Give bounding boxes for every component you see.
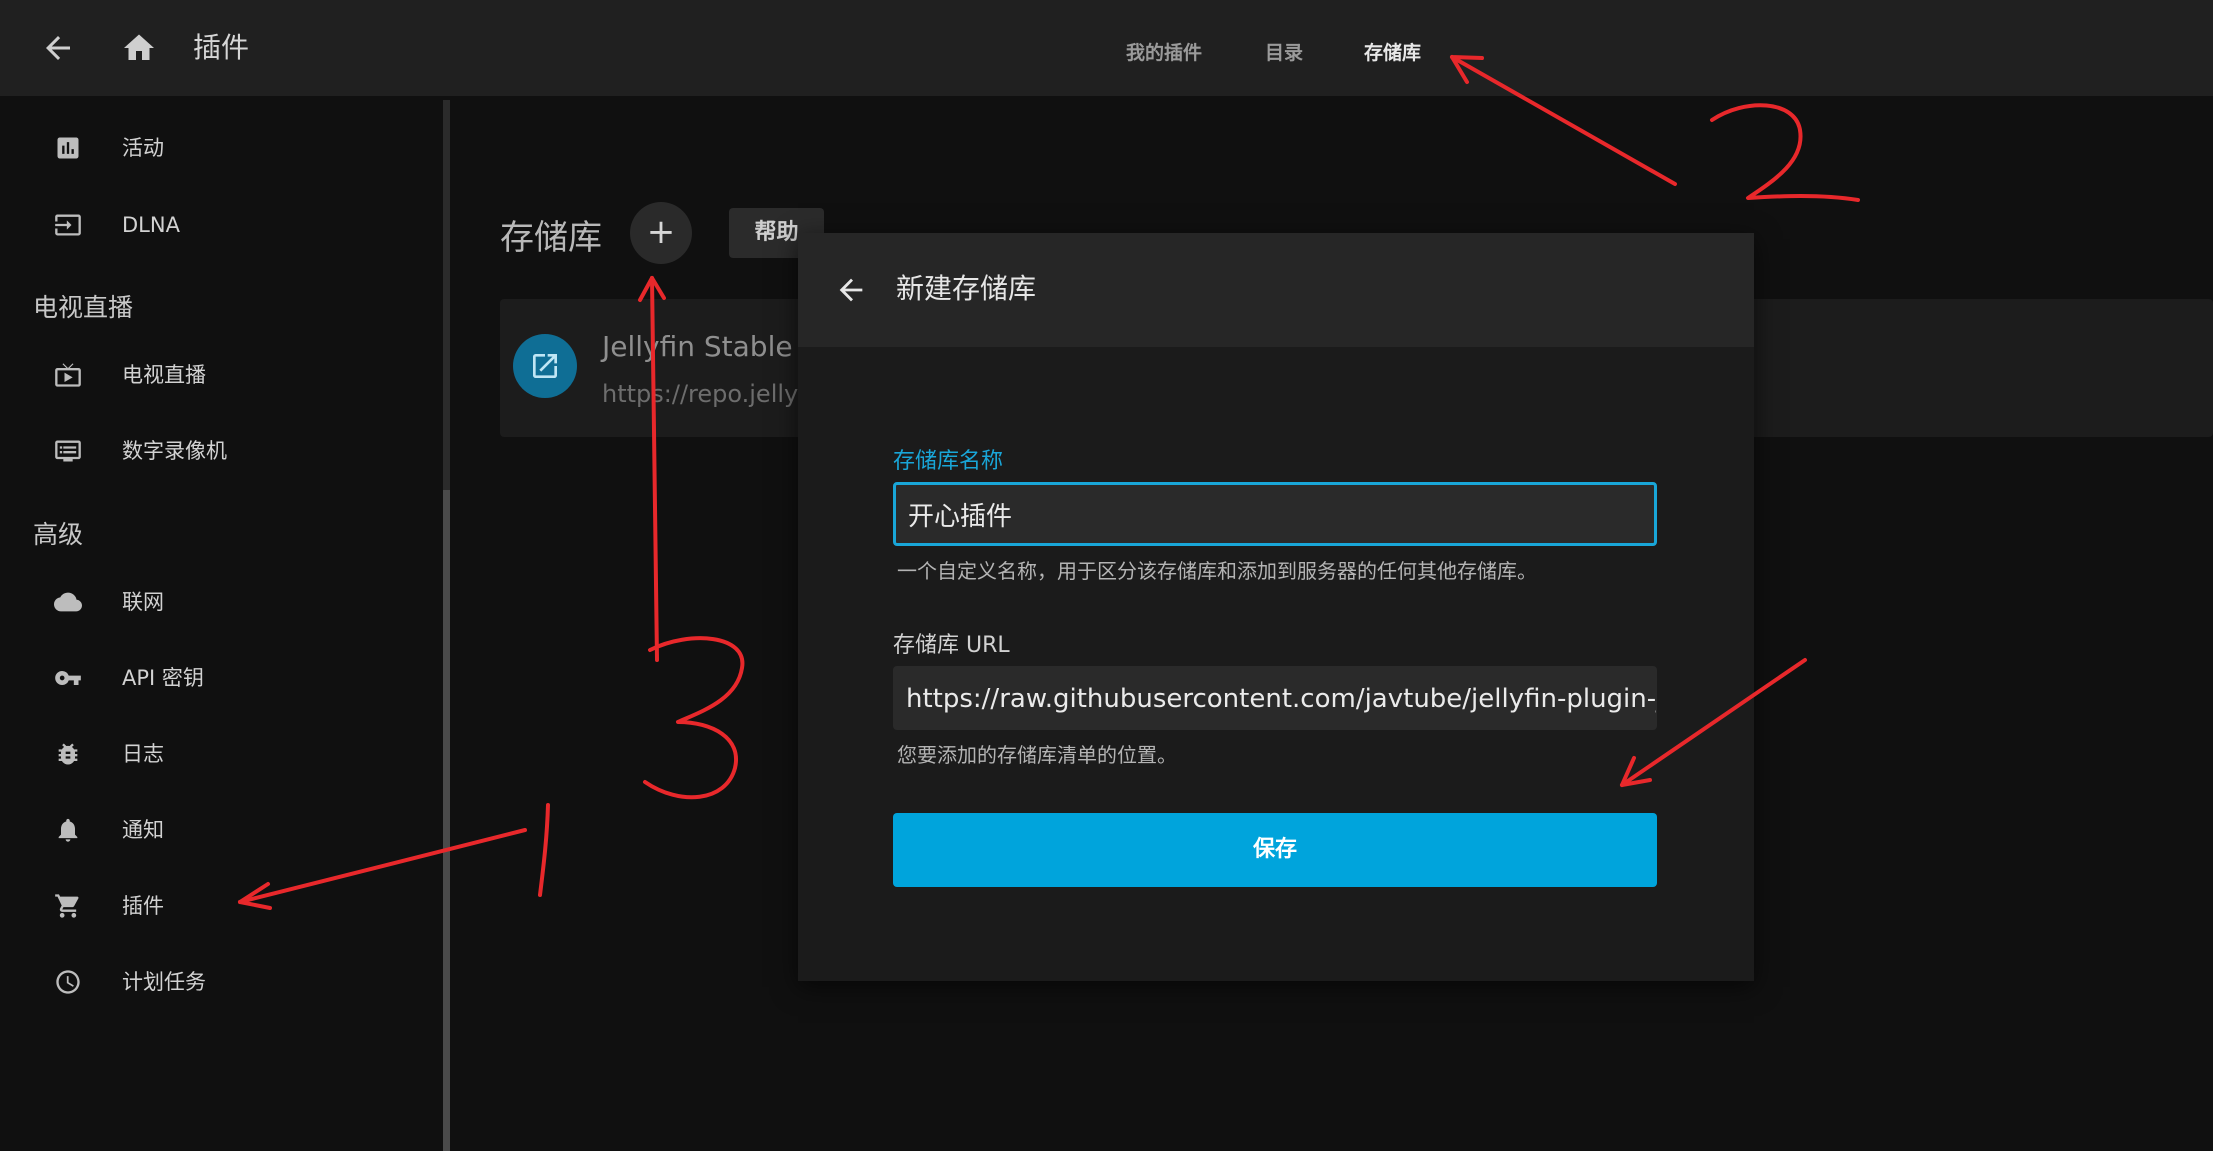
sidebar-item-label: DLNA [122,213,180,237]
sidebar-item-networking[interactable]: 联网 [0,572,440,632]
back-arrow-icon[interactable] [834,273,868,307]
sidebar-item-api-keys[interactable]: API 密钥 [0,648,440,708]
tab-catalog[interactable]: 目录 [1265,38,1303,68]
section-title: 存储库 [500,218,602,258]
open-link-button[interactable] [513,334,577,398]
sidebar-item-label: 通知 [122,818,164,842]
repository-url: https://repo.jellyf [602,380,807,408]
repository-name-help: 一个自定义名称，用于区分该存储库和添加到服务器的任何其他存储库。 [897,559,1537,583]
sidebar-item-label: 活动 [122,136,164,160]
cloud-icon [54,592,82,612]
sidebar-item-notifications[interactable]: 通知 [0,800,440,860]
sidebar-item-dlna[interactable]: DLNA [0,195,440,255]
annotation-number-2 [1710,103,1860,202]
tab-bar: 我的插件 目录 存储库 [0,38,2213,68]
sidebar-item-label: 日志 [122,742,164,766]
input-icon [55,214,81,236]
repository-name-label: 存储库名称 [893,449,1004,474]
dvr-icon [55,440,81,462]
annotation-number-3 [643,636,745,800]
sidebar-item-label: 插件 [122,894,164,918]
repository-name-input[interactable]: 开心插件 [893,482,1657,546]
bug-icon [58,743,78,765]
sidebar-item-label: API 密钥 [122,666,204,690]
sidebar-scrollbar-thumb[interactable] [443,490,450,1151]
dialog-title: 新建存储库 [896,272,1037,305]
annotation-number-1 [538,803,550,897]
clock-icon [56,970,80,994]
sidebar-item-dvr[interactable]: 数字录像机 [0,421,440,481]
sidebar-item-label: 数字录像机 [122,439,227,463]
chart-icon [57,137,79,159]
dialog-header: 新建存储库 [798,233,1754,347]
repository-url-label: 存储库 URL [893,633,1010,658]
repository-url-input[interactable]: https://raw.githubusercontent.com/javtub… [893,666,1657,730]
sidebar-item-logs[interactable]: 日志 [0,724,440,784]
sidebar-item-activity[interactable]: 活动 [0,118,440,178]
tab-my-plugins[interactable]: 我的插件 [1126,38,1202,68]
cart-icon [55,894,79,918]
sidebar-item-plugins[interactable]: 插件 [0,876,440,936]
sidebar-item-scheduled-tasks[interactable]: 计划任务 [0,952,440,1012]
save-button[interactable]: 保存 [893,813,1657,887]
repository-name: Jellyfin Stable [602,330,793,363]
repository-url-help: 您要添加的存储库清单的位置。 [897,743,1177,767]
new-repository-dialog: 新建存储库 存储库名称 开心插件 一个自定义名称，用于区分该存储库和添加到服务器… [798,233,1754,981]
bell-icon [58,818,78,842]
key-icon [55,671,81,685]
tab-repositories[interactable]: 存储库 [1364,38,1421,68]
add-repository-button[interactable]: + [630,202,692,264]
open-in-new-icon [533,354,557,378]
sidebar-item-livetv[interactable]: 电视直播 [0,345,440,405]
app-header: 插件 我的插件 目录 存储库 [0,0,2213,96]
plus-icon: + [646,212,676,252]
sidebar-item-label: 联网 [122,590,164,614]
sidebar-item-label: 计划任务 [122,970,206,994]
annotation-arrowhead-3 [638,276,666,302]
sidebar-section-livetv: 电视直播 [33,293,134,322]
sidebar-section-advanced: 高级 [33,520,84,549]
tv-icon [55,363,81,387]
sidebar-item-label: 电视直播 [122,363,206,387]
